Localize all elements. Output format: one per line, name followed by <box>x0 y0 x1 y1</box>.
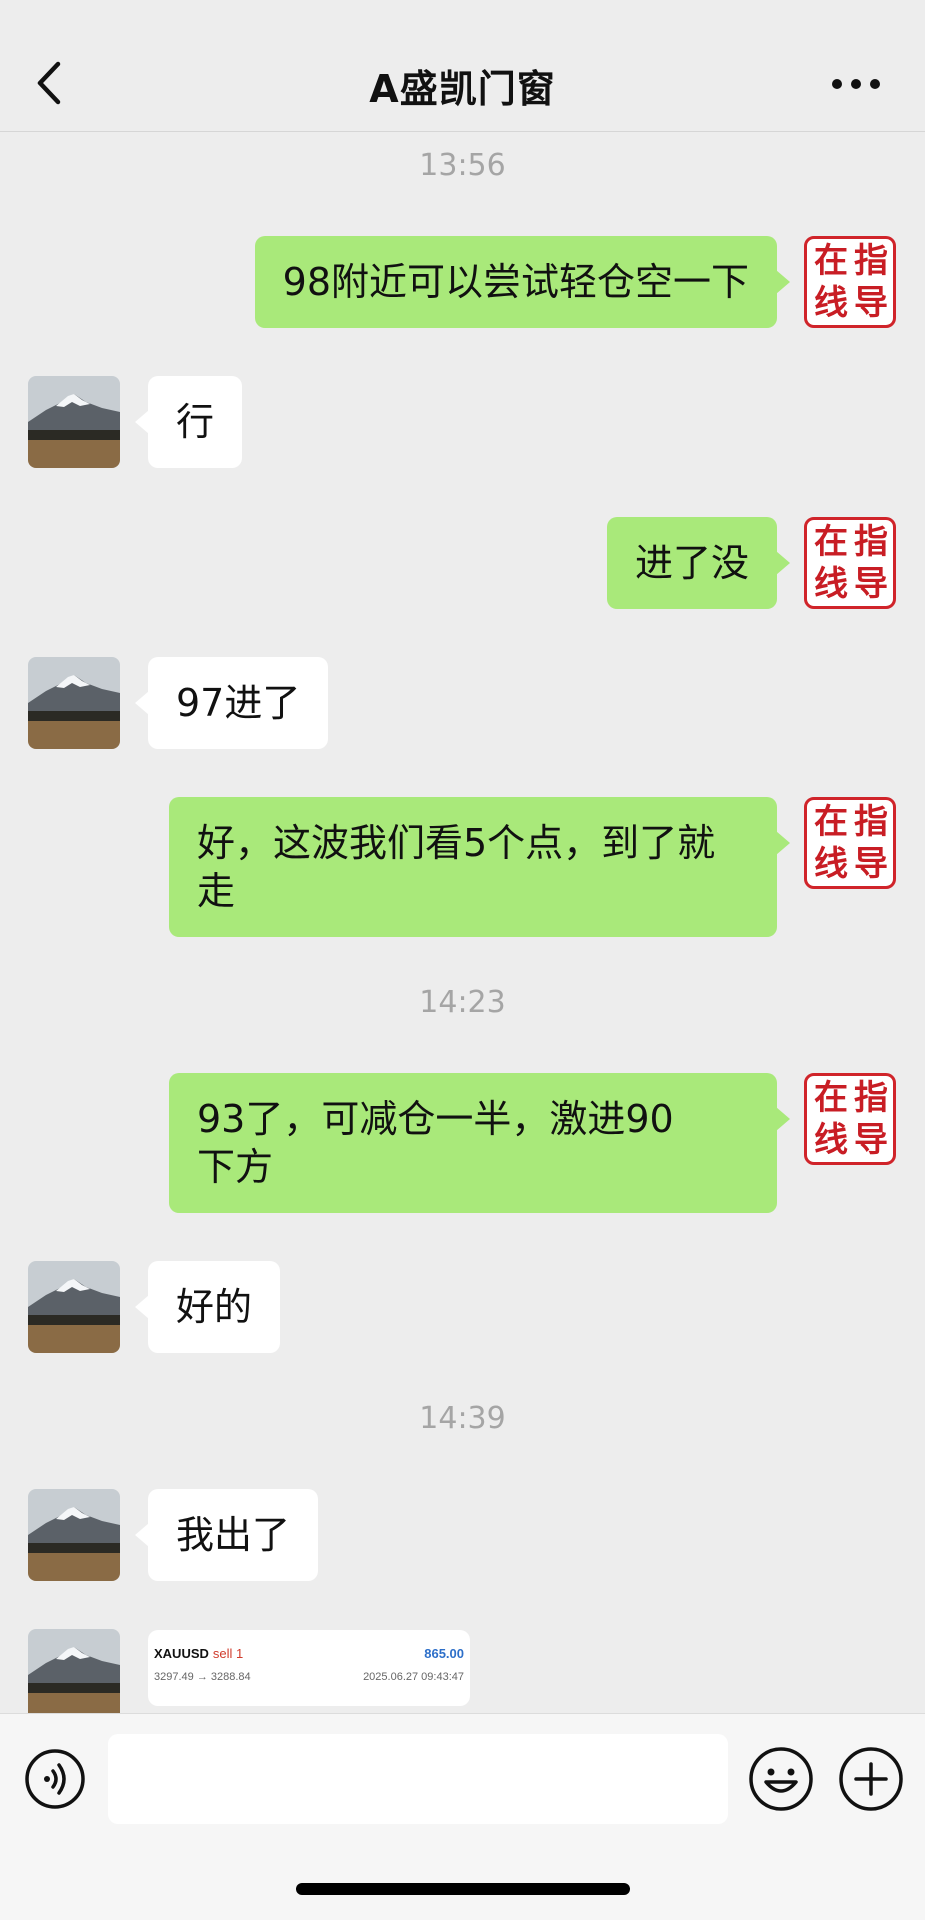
avatar[interactable] <box>28 1629 120 1713</box>
message-text: 97进了 <box>176 681 301 725</box>
avatar-seal[interactable]: 指导在线 <box>804 236 896 328</box>
sent-message[interactable]: 93了，可减仓一半，激进90 下方 <box>169 1073 790 1213</box>
avatar-seal[interactable]: 指导在线 <box>804 1073 896 1165</box>
sent-message[interactable]: 进了没 <box>606 517 791 609</box>
seal-stamp: 指导在线 <box>814 522 888 604</box>
mountain-avatar-image <box>28 1629 120 1713</box>
trade-datetime: 2025.06.27 09:43:47 <box>363 1671 464 1683</box>
avatar[interactable] <box>28 657 120 749</box>
trade-profit: 865.00 <box>424 1645 464 1661</box>
message-text: 93了，可减仓一半，激进90 <box>197 1097 674 1141</box>
message-text: 好，这波我们看5个点，到了就 <box>197 821 716 865</box>
mountain-avatar-image <box>28 1489 120 1581</box>
message-text: 下方 <box>197 1145 274 1189</box>
trade-screenshot-message[interactable]: XAUUSD sell 1 865.00 3297.49 → 3288.84 20… <box>148 1630 470 1706</box>
voice-icon[interactable] <box>24 1748 86 1810</box>
home-indicator[interactable] <box>296 1883 630 1895</box>
trade-details: 3297.49 → 3288.84 2025.06.27 09:43:47 <box>154 1666 464 1688</box>
avatar[interactable] <box>28 1261 120 1353</box>
timestamp: 13:56 <box>419 148 506 183</box>
avatar[interactable] <box>28 376 120 468</box>
timestamp: 14:23 <box>419 985 506 1020</box>
avatar-seal[interactable]: 指导在线 <box>804 517 896 609</box>
avatar-seal[interactable]: 指导在线 <box>804 797 896 889</box>
message-text: 98附近可以尝试轻仓空一下 <box>282 260 749 304</box>
message-list[interactable]: 13:56 98附近可以尝试轻仓空一下 指导在线 行 进了没 指导在线 97进了… <box>0 133 925 1713</box>
plus-icon[interactable] <box>838 1746 904 1812</box>
received-message[interactable]: 行 <box>134 376 243 468</box>
message-input[interactable] <box>108 1734 728 1824</box>
ellipsis-icon[interactable] <box>831 72 881 96</box>
sent-message[interactable]: 98附近可以尝试轻仓空一下 <box>254 236 791 328</box>
emoji-icon[interactable] <box>748 1746 814 1812</box>
message-text: 好的 <box>176 1285 253 1329</box>
trade-symbol: XAUUSD <box>154 1645 209 1661</box>
mountain-avatar-image <box>28 657 120 749</box>
seal-stamp: 指导在线 <box>814 802 888 884</box>
received-message[interactable]: 97进了 <box>134 657 329 749</box>
message-text: 进了没 <box>634 541 749 585</box>
received-message[interactable]: 我出了 <box>134 1489 319 1581</box>
timestamp: 14:39 <box>419 1401 506 1436</box>
trade-header: XAUUSD sell 1 865.00 <box>154 1640 464 1666</box>
sent-message[interactable]: 好，这波我们看5个点，到了就 走 <box>169 797 790 937</box>
message-text: 行 <box>176 400 215 444</box>
received-message[interactable]: 好的 <box>134 1261 281 1353</box>
chat-header: A盛凯门窗 <box>0 0 925 132</box>
avatar[interactable] <box>28 1489 120 1581</box>
trade-side: sell 1 <box>212 1645 244 1661</box>
message-text: 走 <box>197 869 236 913</box>
mountain-avatar-image <box>28 376 120 468</box>
seal-stamp: 指导在线 <box>814 1078 888 1160</box>
message-text: 我出了 <box>176 1513 291 1557</box>
chat-title: A盛凯门窗 <box>369 67 556 111</box>
seal-stamp: 指导在线 <box>814 241 888 323</box>
trade-prices: 3297.49 → 3288.84 <box>154 1671 251 1683</box>
mountain-avatar-image <box>28 1261 120 1353</box>
